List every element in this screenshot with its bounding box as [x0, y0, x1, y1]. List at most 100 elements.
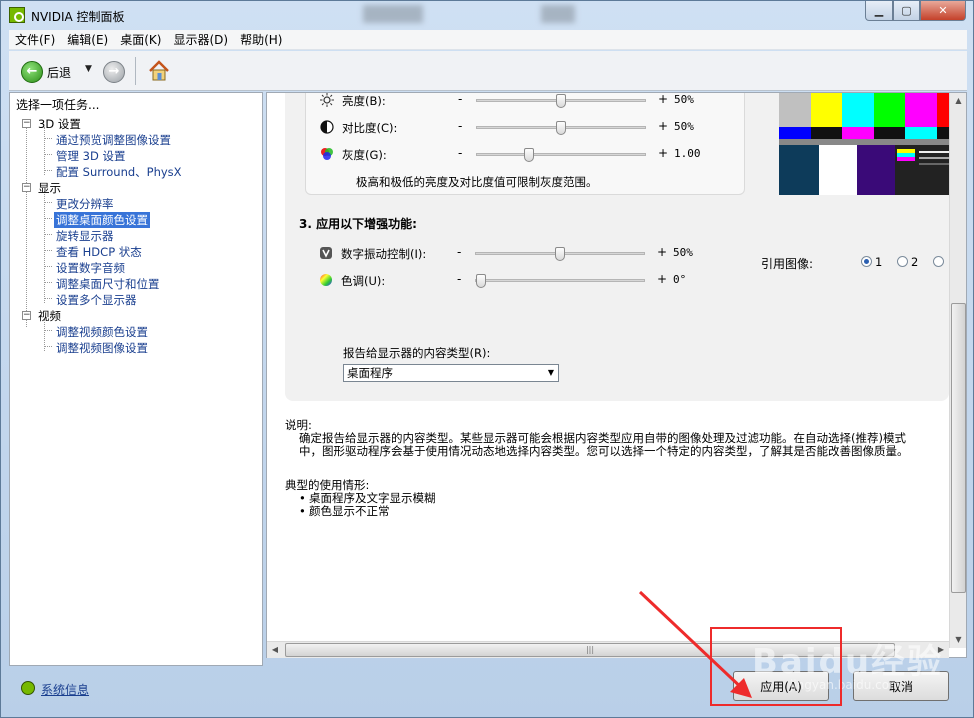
gamma-control: 灰度(G): - + 1.00 [306, 144, 746, 166]
hue-slider[interactable] [475, 274, 645, 288]
typical-usage-section: 典型的使用情形: 桌面程序及文字显示模糊 颜色显示不正常 [285, 479, 436, 519]
tree-connector-line [44, 191, 45, 303]
expander-display[interactable]: − [22, 183, 31, 192]
gamma-icon [321, 148, 333, 160]
tree-connector-line [26, 127, 27, 327]
hue-increase-button[interactable]: + [657, 272, 667, 286]
reference-image-option-3[interactable] [933, 255, 947, 269]
task-view-hdcp-status[interactable]: 查看 HDCP 状态 [56, 244, 142, 260]
toolbar: ← 后退 ▼ → [9, 51, 967, 91]
hue-decrease-button[interactable]: - [457, 272, 461, 286]
gamma-decrease-button[interactable]: - [458, 146, 462, 160]
task-adjust-desktop-color-settings[interactable]: 调整桌面颜色设置 [54, 212, 150, 228]
task-adjust-video-image-settings[interactable]: 调整视频图像设置 [56, 340, 148, 356]
sun-icon [320, 93, 334, 107]
hue-label: 色调(U): [341, 274, 386, 288]
task-adjust-desktop-size-position[interactable]: 调整桌面尺寸和位置 [56, 276, 160, 292]
nvidia-app-icon [9, 7, 25, 23]
contrast-value: 50% [674, 120, 694, 133]
hue-control: 色调(U): - + 0° [305, 270, 745, 292]
scroll-down-arrow-icon[interactable]: ▼ [950, 632, 967, 648]
hue-slider-thumb[interactable] [476, 274, 486, 288]
task-configure-surround-physx[interactable]: 配置 Surround、PhysX [56, 164, 182, 180]
back-history-dropdown-icon[interactable]: ▼ [85, 64, 92, 74]
back-button-label[interactable]: 后退 [47, 64, 71, 81]
scroll-up-arrow-icon[interactable]: ▲ [950, 93, 967, 109]
task-manage-3d-settings[interactable]: 管理 3D 设置 [56, 148, 125, 164]
contrast-label: 对比度(C): [342, 121, 398, 135]
content-type-dropdown[interactable]: 桌面程序 ▼ [343, 364, 559, 382]
reference-image-option-2[interactable]: 2 [897, 255, 918, 269]
gamma-slider-thumb[interactable] [524, 148, 534, 162]
expander-video[interactable]: − [22, 311, 31, 320]
digital-vibrance-value: 50% [673, 246, 693, 259]
brightness-control: 亮度(B): - + 50% [306, 93, 746, 112]
forward-arrow-icon[interactable]: → [103, 61, 125, 83]
content-type-label: 报告给显示器的内容类型(R): [343, 346, 491, 360]
maximize-button[interactable]: ▢ [893, 1, 920, 21]
tree-connector-line [44, 202, 52, 203]
expander-3d-settings[interactable]: − [22, 119, 31, 128]
category-video[interactable]: 视频 [38, 308, 61, 324]
title-bar[interactable]: NVIDIA 控制面板 ▁ ▢ ✕ [1, 1, 973, 29]
minimize-button[interactable]: ▁ [865, 1, 893, 21]
contrast-decrease-button[interactable]: - [458, 119, 462, 133]
system-info-icon[interactable] [21, 681, 35, 695]
digital-vibrance-increase-button[interactable]: + [657, 245, 667, 259]
color-adjustment-group: 亮度(B): - + 50% 对比度(C): - + 50% 灰度(G): - … [305, 93, 746, 195]
description-line: 中，图形驱动程序会基于使用情况动态地选择内容类型。您可以选择一个特定的内容类型，… [299, 444, 909, 458]
reference-image-option-2-label: 2 [911, 255, 919, 269]
task-adjust-image-settings-with-preview[interactable]: 通过预览调整图像设置 [56, 132, 171, 148]
scroll-left-arrow-icon[interactable]: ◀ [267, 642, 283, 658]
radio-selected-icon[interactable] [861, 256, 872, 267]
menu-display[interactable]: 显示器(D) [167, 31, 234, 48]
contrast-slider-thumb[interactable] [556, 121, 566, 135]
back-arrow-icon[interactable]: ← [21, 61, 43, 83]
task-set-up-multiple-displays[interactable]: 设置多个显示器 [56, 292, 137, 308]
menu-desktop[interactable]: 桌面(K) [114, 31, 167, 48]
tree-connector-line [44, 234, 52, 235]
vertical-scrollbar-thumb[interactable] [951, 303, 966, 593]
vertical-scrollbar[interactable]: ▲ ▼ [949, 93, 966, 648]
brightness-decrease-button[interactable]: - [458, 93, 462, 106]
contrast-slider[interactable] [476, 121, 646, 135]
menu-help[interactable]: 帮助(H) [234, 31, 288, 48]
menu-edit[interactable]: 编辑(E) [61, 31, 114, 48]
system-info-link[interactable]: 系统信息 [41, 681, 89, 698]
task-set-up-digital-audio[interactable]: 设置数字音频 [56, 260, 125, 276]
digital-vibrance-slider[interactable] [475, 247, 645, 261]
task-change-resolution[interactable]: 更改分辨率 [56, 196, 114, 212]
window-title: NVIDIA 控制面板 [31, 10, 125, 24]
digital-vibrance-slider-thumb[interactable] [555, 247, 565, 261]
close-button[interactable]: ✕ [920, 1, 966, 21]
tree-connector-line [44, 170, 52, 171]
gamma-slider[interactable] [476, 148, 646, 162]
tree-connector-line [44, 346, 52, 347]
blurred-title-region [363, 5, 423, 23]
gamma-increase-button[interactable]: + [658, 146, 668, 160]
tree-connector-line [44, 282, 52, 283]
radio-unselected-icon[interactable] [897, 256, 908, 267]
digital-vibrance-decrease-button[interactable]: - [457, 245, 461, 259]
menu-file[interactable]: 文件(F) [9, 31, 61, 48]
category-display[interactable]: 显示 [38, 180, 61, 196]
reference-image-label: 引用图像: [761, 257, 814, 271]
brightness-value: 50% [674, 93, 694, 106]
tree-connector-line [44, 250, 52, 251]
task-adjust-video-color-settings[interactable]: 调整视频颜色设置 [56, 324, 148, 340]
chevron-down-icon[interactable]: ▼ [548, 365, 554, 381]
tree-connector-line [44, 218, 52, 219]
radio-unselected-icon[interactable] [933, 256, 944, 267]
home-icon[interactable] [147, 59, 171, 83]
reference-image-option-1[interactable]: 1 [861, 255, 882, 269]
reference-image-option-1-label: 1 [875, 255, 883, 269]
task-rotate-display[interactable]: 旋转显示器 [56, 228, 114, 244]
hue-value: 0° [673, 273, 687, 286]
tree-connector-line [44, 298, 52, 299]
settings-card: 亮度(B): - + 50% 对比度(C): - + 50% 灰度(G): - … [285, 93, 966, 401]
brightness-slider[interactable] [476, 94, 646, 108]
contrast-increase-button[interactable]: + [658, 119, 668, 133]
category-3d-settings[interactable]: 3D 设置 [38, 116, 81, 132]
brightness-slider-thumb[interactable] [556, 94, 566, 108]
brightness-increase-button[interactable]: + [658, 93, 668, 106]
